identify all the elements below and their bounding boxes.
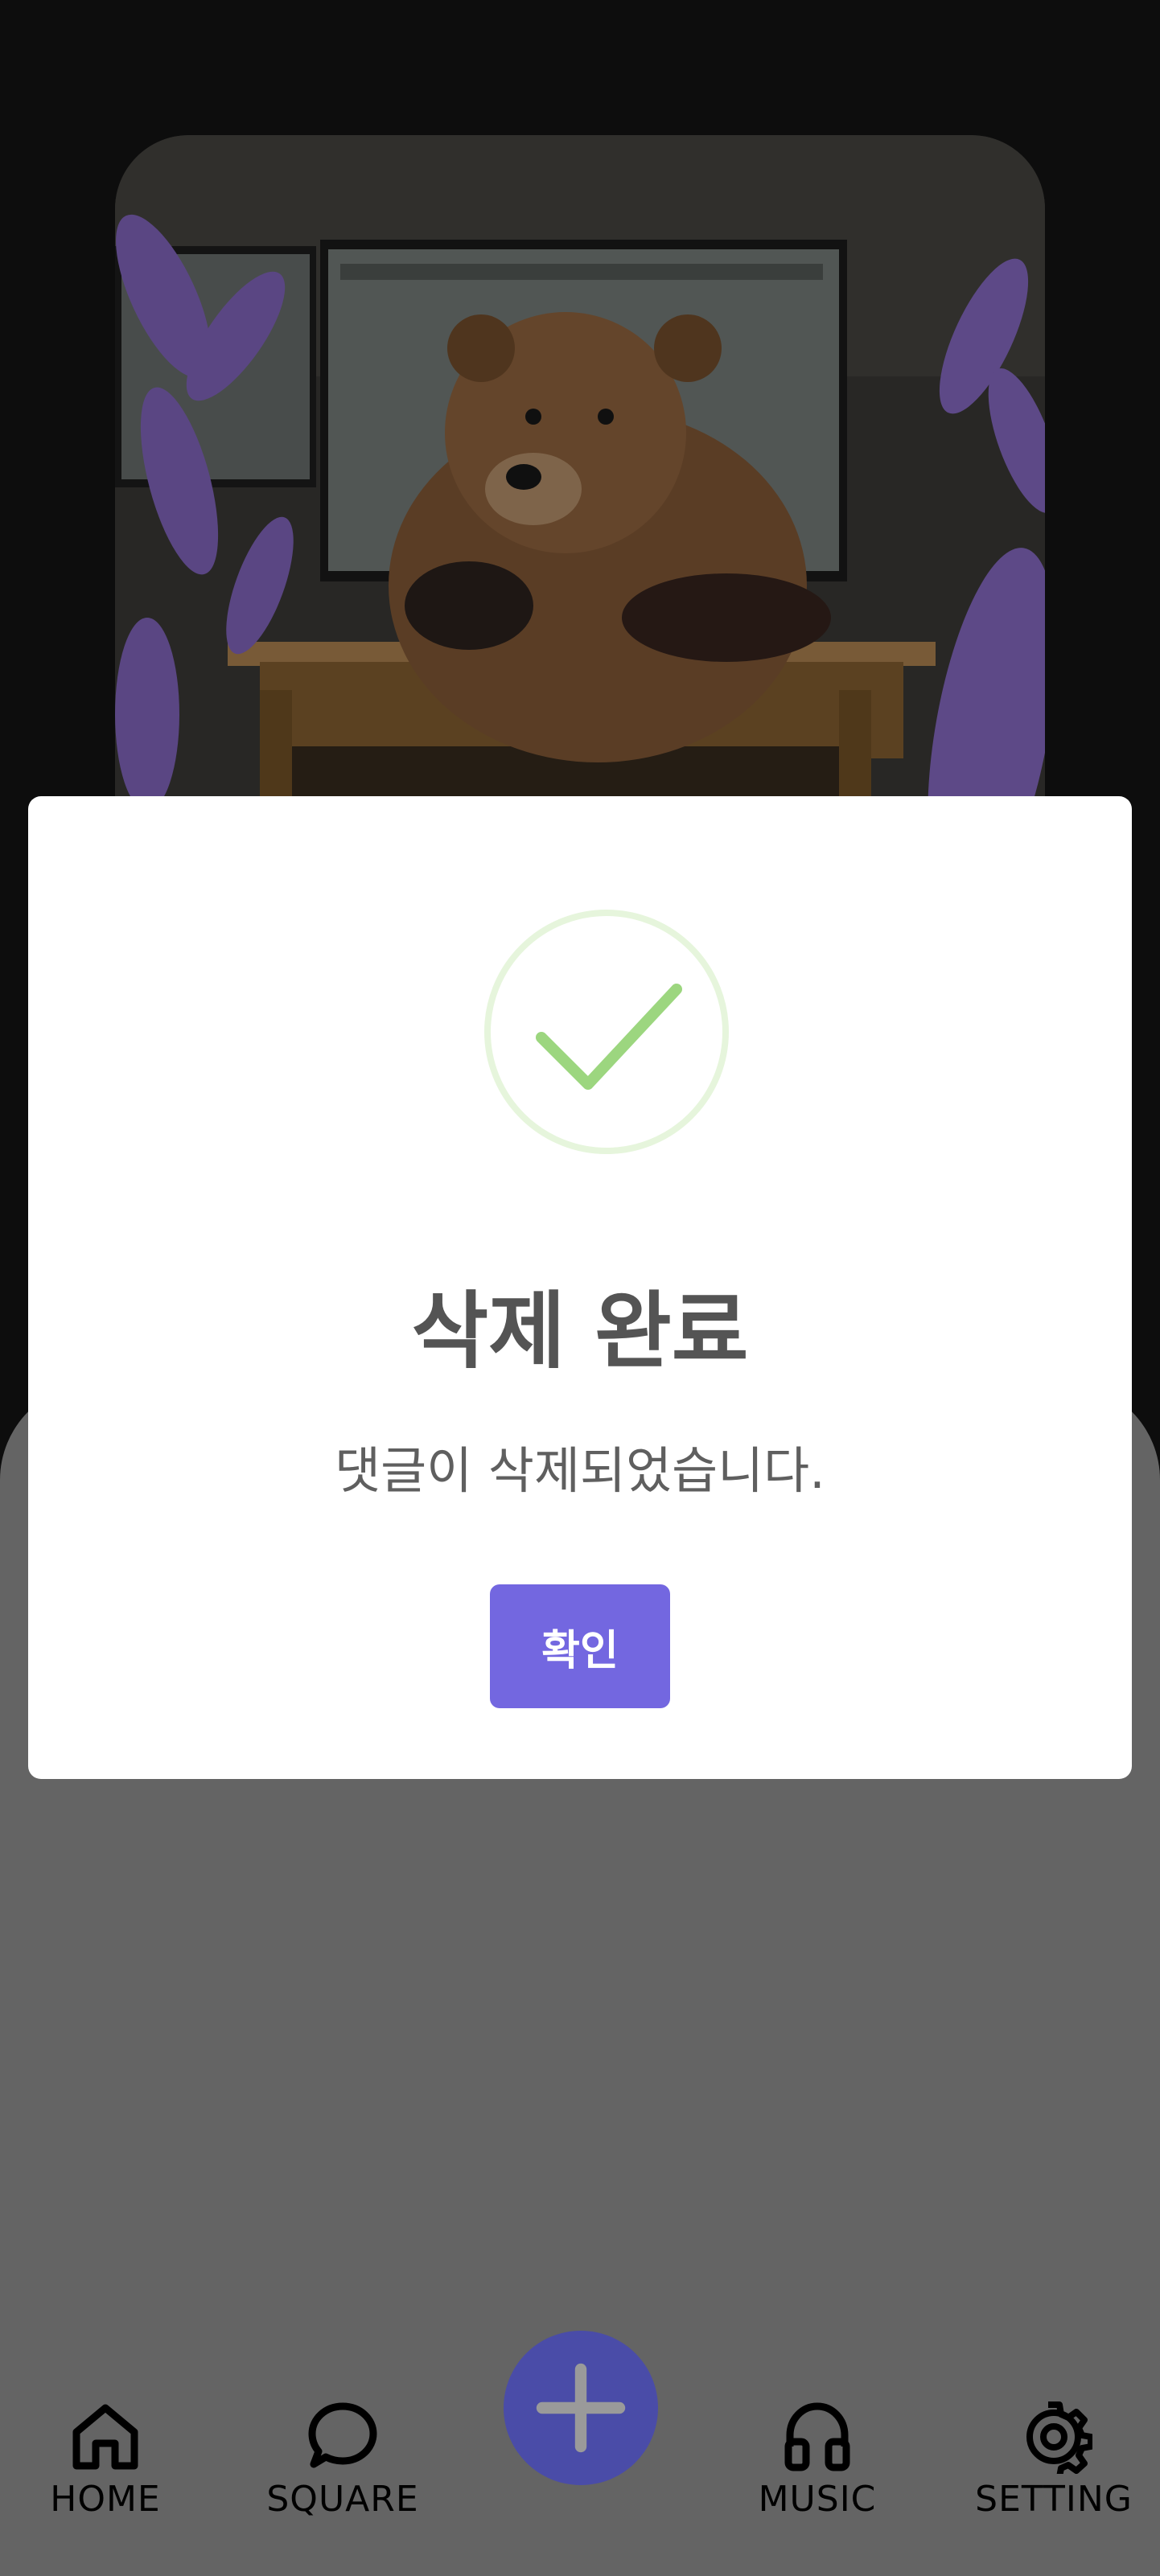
nav-label: SQUARE: [266, 2479, 419, 2520]
dialog-title: 삭제 완료: [411, 1282, 749, 1380]
plus-icon: [536, 2363, 626, 2453]
confirm-button[interactable]: 확인: [490, 1584, 670, 1708]
home-icon: [72, 2404, 138, 2470]
chat-bubble-icon: [308, 2402, 377, 2468]
nav-item-setting[interactable]: SETTING: [965, 2397, 1142, 2558]
dialog-message: 댓글이 삭제되었습니다.: [335, 1441, 825, 1500]
add-button[interactable]: [504, 2331, 658, 2485]
app-screen: 삭제 완료 댓글이 삭제되었습니다. 확인 HOME SQUARE MUSIC: [0, 0, 1160, 2576]
nav-label: HOME: [50, 2479, 161, 2520]
headphones-icon: [784, 2402, 850, 2471]
delete-complete-dialog: 삭제 완료 댓글이 삭제되었습니다. 확인: [28, 796, 1132, 1779]
nav-label: SETTING: [975, 2479, 1133, 2520]
check-circle-icon: [484, 910, 729, 1154]
nav-item-music[interactable]: MUSIC: [729, 2397, 906, 2558]
nav-label: MUSIC: [758, 2479, 877, 2520]
nav-item-square[interactable]: SQUARE: [254, 2397, 431, 2558]
gear-icon: [1026, 2401, 1092, 2474]
nav-item-home[interactable]: HOME: [17, 2397, 194, 2558]
